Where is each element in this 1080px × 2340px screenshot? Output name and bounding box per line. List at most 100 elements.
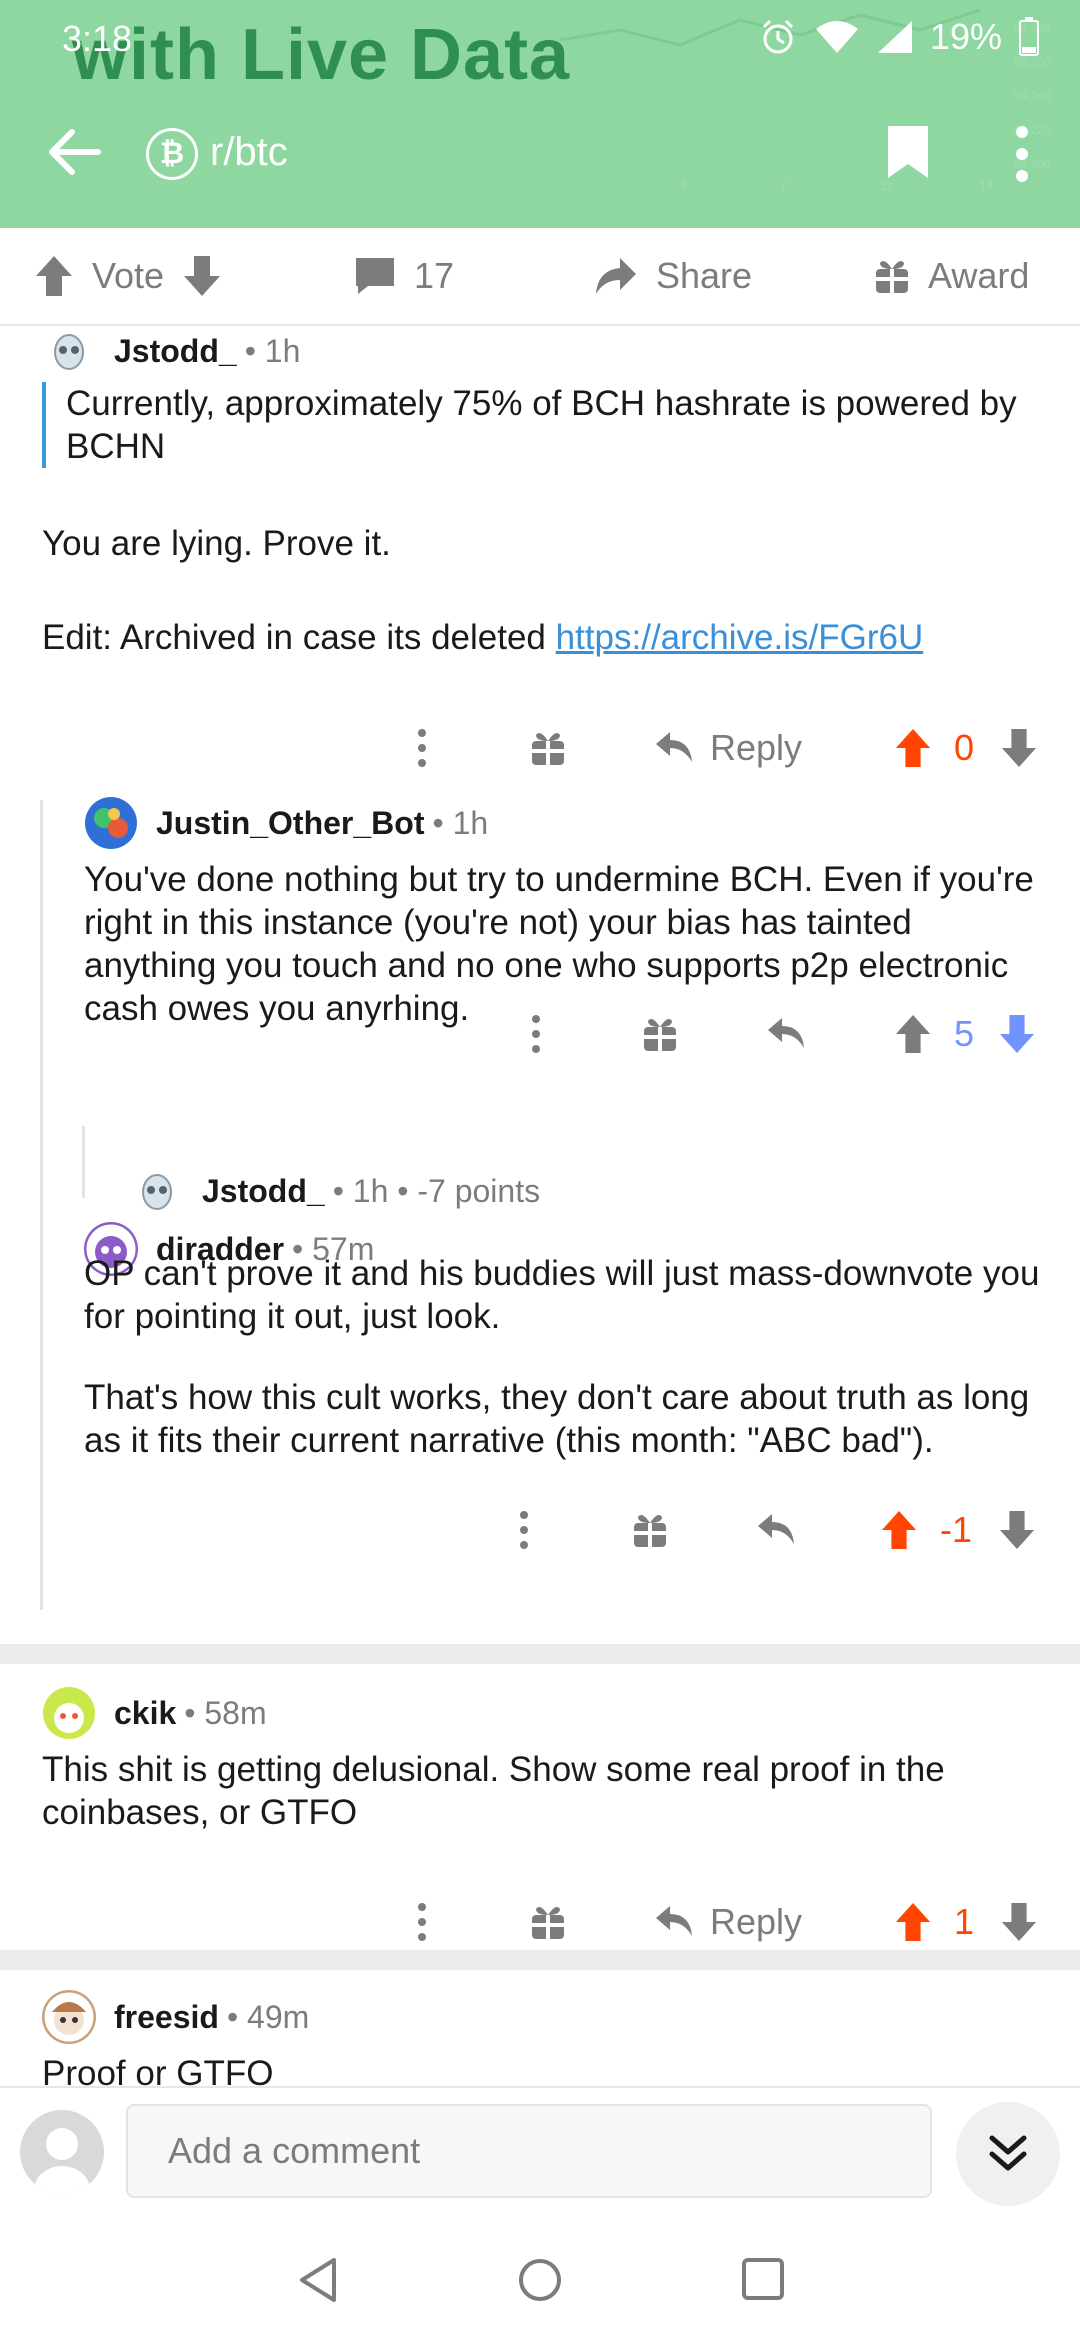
upvote-icon[interactable] — [34, 254, 74, 298]
comment-meta: freesid • 49m — [42, 1990, 309, 2044]
user-icon — [34, 2128, 90, 2194]
chart-label: $9,240 — [1014, 89, 1051, 103]
battery-icon — [1019, 17, 1039, 56]
gift-icon[interactable] — [530, 729, 566, 767]
upvote-icon[interactable] — [894, 1901, 932, 1943]
bitcoin-icon[interactable]: ₿ — [146, 128, 198, 180]
back-arrow-icon[interactable] — [44, 126, 104, 178]
more-vert-icon[interactable] — [416, 1902, 428, 1942]
comment-meta: Jstodd_ • 1h — [42, 326, 300, 378]
thread-divider — [0, 1950, 1080, 1970]
battery-percent: 19% — [929, 16, 1002, 57]
award-label: Award — [928, 255, 1030, 296]
comment-icon — [356, 258, 394, 294]
comment-text: You've done nothing but try to undermine… — [84, 860, 1034, 1028]
downvote-icon[interactable] — [998, 1509, 1036, 1551]
comment-actions: Reply 0 — [400, 720, 1050, 776]
wifi-icon — [815, 21, 858, 53]
share-label: Share — [656, 255, 753, 296]
comment-age: • 1h — [432, 804, 489, 841]
downvote-icon[interactable] — [998, 1013, 1036, 1055]
comment-age: • 49m — [226, 1998, 310, 2035]
system-nav-bar — [0, 2216, 1080, 2340]
signal-icon — [877, 21, 912, 53]
avatar[interactable] — [42, 1686, 96, 1740]
comment-composer: Add a comment — [0, 2086, 1080, 2218]
comment-count: 17 — [414, 255, 455, 296]
award-button[interactable]: Award — [874, 248, 1029, 304]
vote-label: Vote — [92, 255, 165, 296]
reply-label: Reply — [710, 727, 803, 768]
nav-home-icon[interactable] — [516, 2256, 564, 2304]
reply-button[interactable]: Reply — [654, 1901, 802, 1943]
comment-text: Proof or GTFO — [42, 2054, 274, 2086]
comment-text: Edit: Archived in case its deleted https… — [42, 616, 1062, 659]
avatar[interactable] — [42, 326, 96, 378]
comment-text: You are lying. Prove it. — [42, 524, 391, 563]
avatar[interactable] — [20, 2110, 104, 2194]
archive-link[interactable]: https://archive.is/FGr6U — [556, 618, 924, 657]
post-action-bar: Vote 17 Share Award — [0, 228, 1080, 326]
avatar[interactable] — [42, 1990, 96, 2044]
comment-score: 1 — [954, 1901, 975, 1942]
gift-icon[interactable] — [642, 1015, 678, 1053]
comment-author[interactable]: ckik — [114, 1695, 176, 1732]
thread-line[interactable] — [82, 1126, 85, 1198]
bookmark-icon[interactable] — [884, 124, 932, 180]
comment-actions: -1 — [500, 1502, 1050, 1558]
comment-author[interactable]: Justin_Other_Bot — [156, 805, 424, 842]
comment-actions: Reply 1 — [400, 1894, 1050, 1950]
avatar — [131, 1165, 183, 1217]
reply-icon — [656, 732, 692, 762]
upvote-icon[interactable] — [894, 1013, 932, 1055]
status-icons: 19% — [758, 16, 1040, 58]
comment-score: 5 — [954, 1013, 975, 1054]
more-vert-icon[interactable] — [518, 1510, 530, 1550]
more-vert-icon[interactable] — [1010, 124, 1034, 184]
downvote-icon[interactable] — [1000, 727, 1038, 769]
comments-button[interactable]: 17 — [354, 248, 454, 304]
comment-text: This shit is getting delusional. Show so… — [42, 1750, 945, 1832]
nav-recents-icon[interactable] — [740, 2256, 786, 2302]
vote-control: Vote — [34, 248, 222, 304]
share-button[interactable]: Share — [594, 248, 752, 304]
upvote-icon[interactable] — [894, 727, 932, 769]
thread-line[interactable] — [40, 800, 43, 1610]
subreddit-name[interactable]: r/btc — [210, 130, 288, 175]
header: with Live Data $9,280 $9,260 $9,240 $9,2… — [0, 0, 1080, 228]
status-bar: 3:18 19% — [0, 0, 1080, 80]
comment-score: -1 — [940, 1509, 973, 1550]
upvote-icon[interactable] — [880, 1509, 918, 1551]
reply-button[interactable]: Reply — [654, 727, 802, 769]
more-vert-icon[interactable] — [530, 1014, 542, 1054]
comment-author[interactable]: Jstodd_ — [202, 1173, 325, 1210]
downvote-icon[interactable] — [1000, 1901, 1038, 1943]
comment-author[interactable]: Jstodd_ — [114, 333, 237, 370]
alarm-icon — [762, 19, 793, 54]
gift-icon[interactable] — [632, 1511, 668, 1549]
comment-age: • 1h • -7 points — [332, 1172, 541, 1209]
comment-list: Jstodd_ • 1h Currently, approximately 75… — [0, 326, 1080, 2086]
app-bar: ₿ r/btc — [0, 110, 1080, 190]
thread-divider — [0, 1644, 1080, 1664]
reply-icon[interactable] — [756, 1512, 796, 1548]
comment-text: That's how this cult works, they don't c… — [84, 1378, 1030, 1460]
blockquote: Currently, approximately 75% of BCH hash… — [42, 382, 1066, 468]
share-icon — [596, 258, 636, 294]
scroll-next-button[interactable] — [956, 2102, 1060, 2206]
more-vert-icon[interactable] — [416, 728, 428, 768]
downvote-icon[interactable] — [182, 254, 222, 298]
gift-icon[interactable] — [530, 1903, 566, 1941]
reply-label: Reply — [710, 1901, 803, 1942]
reply-icon[interactable] — [766, 1016, 806, 1052]
gift-icon — [876, 261, 908, 293]
collapsed-comment-meta[interactable]: Jstodd_ • 1h • -7 points — [130, 1164, 540, 1218]
avatar[interactable] — [84, 796, 138, 850]
status-time: 3:18 — [62, 18, 133, 59]
comment-input[interactable]: Add a comment — [126, 2104, 932, 2198]
comment-author[interactable]: freesid — [114, 1999, 219, 2036]
nav-back-icon[interactable] — [296, 2256, 340, 2304]
reply-icon — [656, 1906, 692, 1936]
chevron-double-down-icon — [989, 2135, 1027, 2171]
comment-text: OP can't prove it and his buddies will j… — [84, 1254, 1040, 1336]
